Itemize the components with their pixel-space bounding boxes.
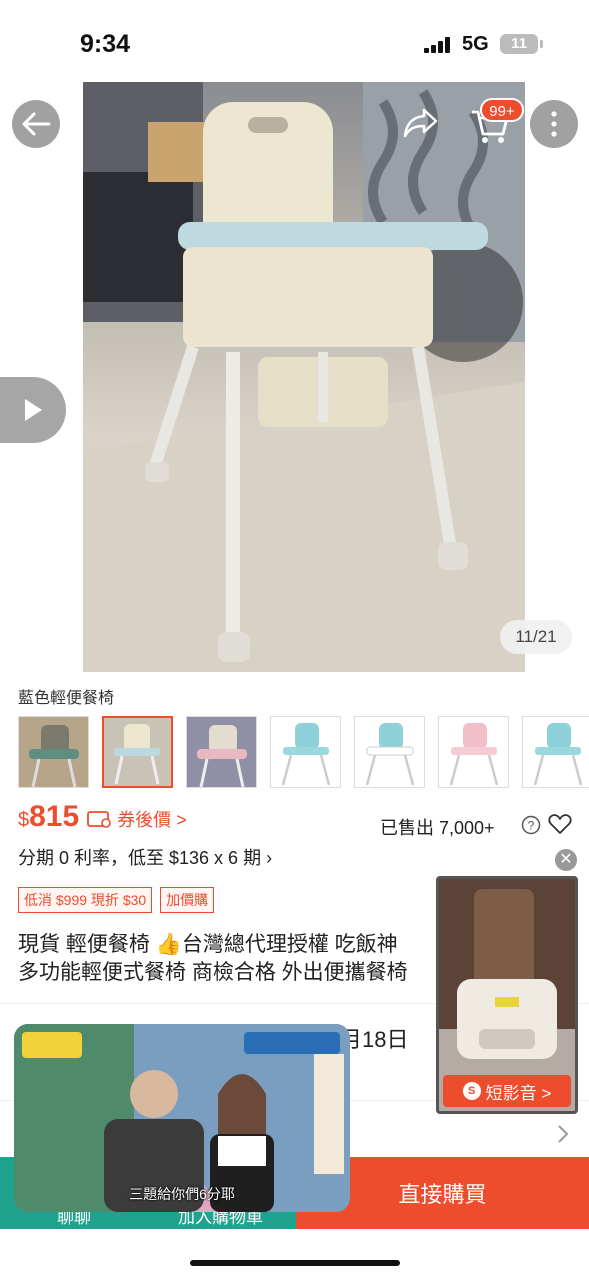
image-counter: 11/21: [500, 620, 572, 654]
heart-icon[interactable]: [548, 813, 572, 835]
arrow-left-icon: [22, 112, 51, 136]
short-video-label: 短影音 >: [485, 1083, 552, 1103]
coupon-icon[interactable]: [87, 810, 111, 828]
chevron-right-icon[interactable]: [556, 1124, 570, 1144]
variant-label: 藍色輕便餐椅: [18, 690, 115, 707]
cart-badge: 99+: [480, 98, 524, 122]
promo-tag-discount[interactable]: 低消 $999 現折 $30: [18, 887, 153, 913]
title-line-1: 現貨 輕便餐椅 👍台灣總代理授權 吃飯神: [18, 933, 398, 956]
thumbnail-blue-chair[interactable]: [270, 716, 341, 788]
network-label: 5G: [462, 33, 489, 55]
signal-icon: [424, 37, 454, 53]
thumbnail-blue-chair-photo[interactable]: [102, 716, 173, 788]
installment-info[interactable]: 分期 0 利率，低至 $136 x 6 期 ›: [18, 844, 272, 870]
svg-text:?: ?: [528, 819, 535, 833]
variant-thumbnails: [18, 716, 589, 788]
back-button[interactable]: [12, 100, 60, 148]
promo-tag-addon[interactable]: 加價購: [160, 887, 215, 913]
short-video-logo-icon: S: [462, 1082, 481, 1100]
high-chair-illustration: [83, 82, 525, 672]
delivery-date: 月18日: [340, 1027, 409, 1052]
status-time: 9:34: [80, 30, 131, 58]
product-image[interactable]: [83, 82, 525, 672]
live-video-overlay[interactable]: 三題給你們6分耶: [14, 1024, 350, 1212]
short-video-widget[interactable]: S 短影音 >: [436, 876, 578, 1114]
price-row: $ 815 券後價 >: [18, 800, 187, 834]
play-video-button[interactable]: [0, 377, 66, 443]
share-icon[interactable]: [402, 106, 440, 140]
after-coupon-link[interactable]: 券後價 >: [117, 806, 187, 832]
question-icon[interactable]: ?: [521, 815, 541, 835]
promo-tags: 低消 $999 現折 $30 加價購: [18, 887, 215, 913]
thumbnail-pink-chair-photo[interactable]: [186, 716, 257, 788]
thumbnail-blue-chair-2[interactable]: [522, 716, 589, 788]
product-title: 現貨 輕便餐椅 👍台灣總代理授權 吃飯神 多功能輕便式餐椅 商檢合格 外出便攜餐…: [18, 931, 448, 987]
thumbnail-pink-chair[interactable]: [438, 716, 509, 788]
price-symbol: $: [18, 809, 30, 831]
thumbnail-gray-chair[interactable]: [18, 716, 89, 788]
more-button[interactable]: [530, 100, 578, 148]
more-dots-icon: [551, 111, 557, 137]
battery-icon: 11: [500, 34, 543, 54]
live-caption: 三題給你們6分耶: [129, 1186, 235, 1202]
close-short-video-button[interactable]: ✕: [555, 849, 577, 871]
sold-count: 已售出 7,000+: [380, 818, 495, 838]
short-video-button[interactable]: S 短影音 >: [443, 1075, 571, 1107]
play-icon: [25, 399, 42, 421]
status-bar: 9:34 5G 11: [0, 0, 589, 82]
title-line-2: 多功能輕便式餐椅 商檢合格 外出便攜餐椅: [18, 961, 408, 984]
price-value: 815: [29, 800, 80, 833]
thumbnail-blue-chair-alt[interactable]: [354, 716, 425, 788]
home-indicator: [190, 1260, 400, 1266]
thumbs-up-icon: 👍: [155, 933, 182, 956]
